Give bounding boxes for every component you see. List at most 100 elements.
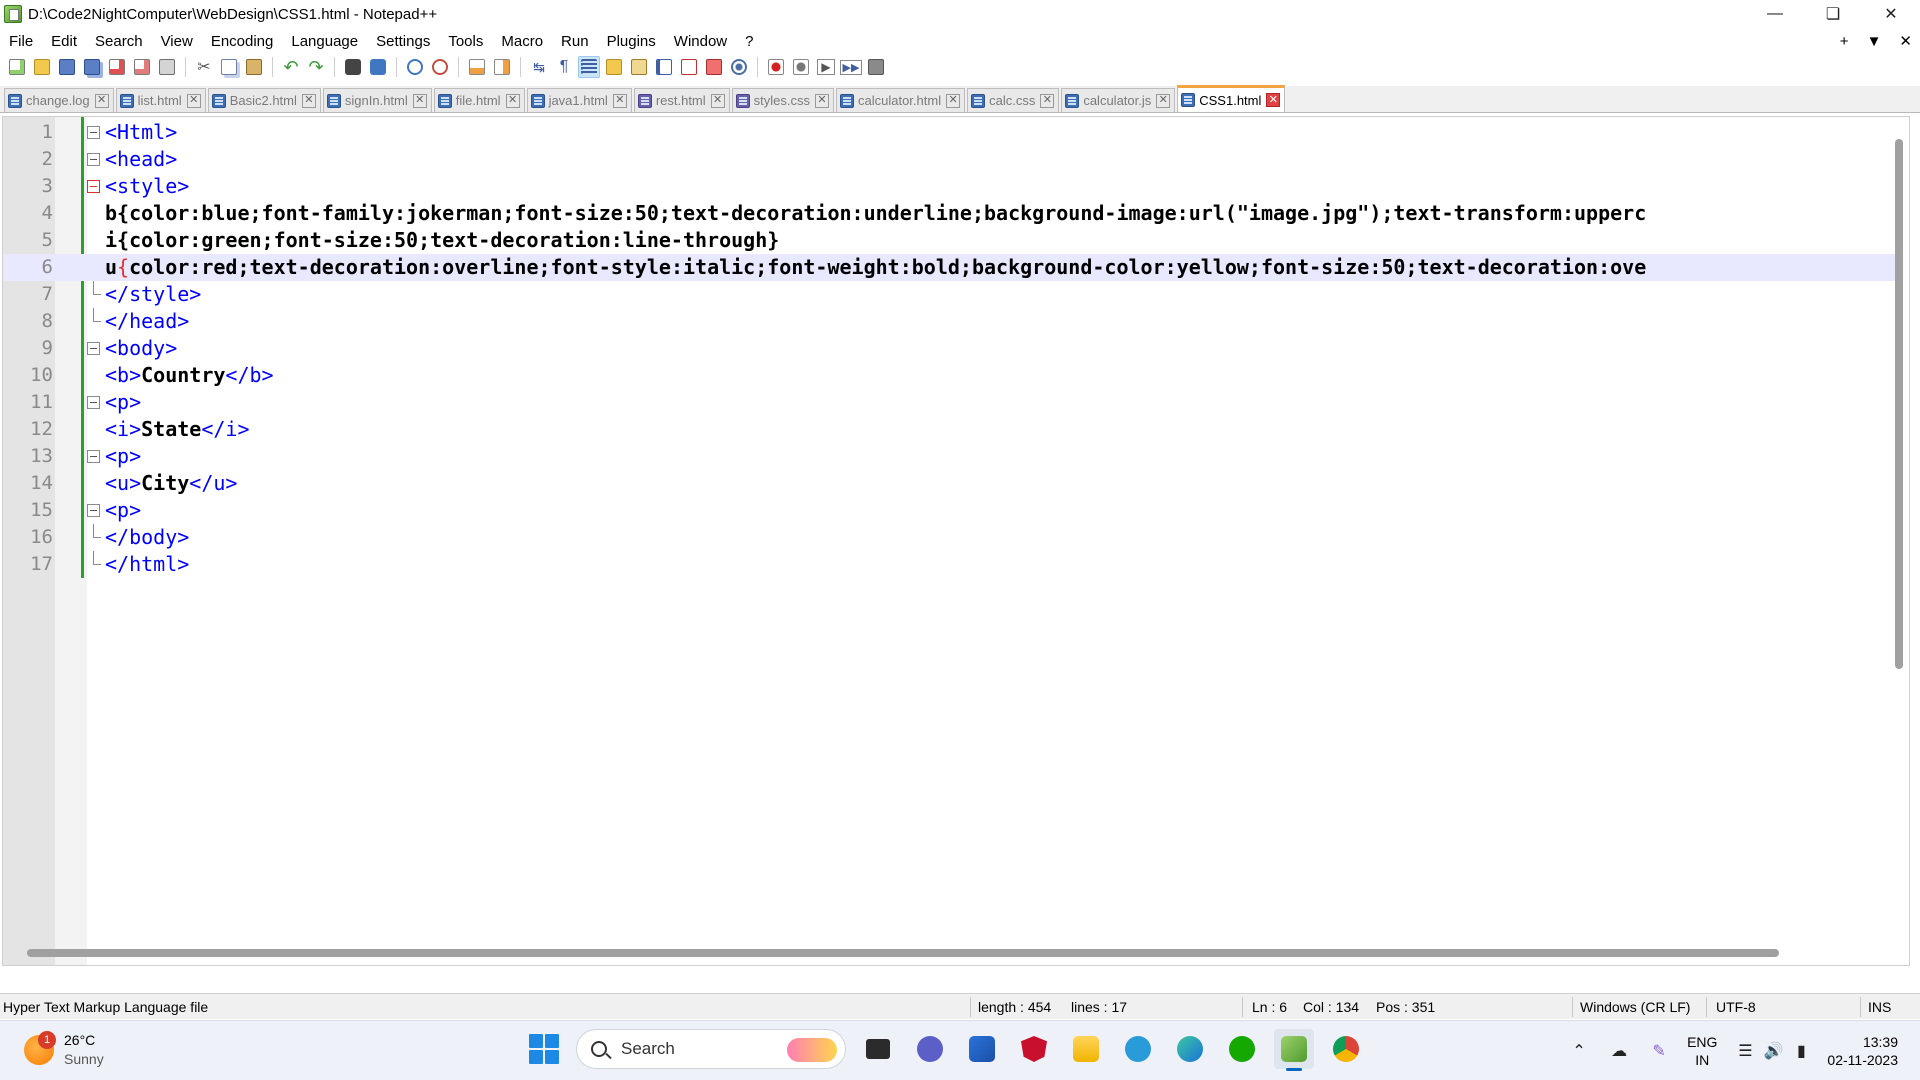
- close-button[interactable]: ✕: [1862, 0, 1920, 28]
- weather-widget[interactable]: 1 26°C Sunny: [24, 1031, 104, 1069]
- copy-button[interactable]: [218, 56, 240, 78]
- tab-close-icon[interactable]: ✕: [710, 93, 725, 108]
- record-macro-button[interactable]: [765, 56, 787, 78]
- start-button[interactable]: [524, 1029, 564, 1069]
- sync-vertical-button[interactable]: [466, 56, 488, 78]
- open-file-button[interactable]: [31, 56, 53, 78]
- sync-horizontal-button[interactable]: [491, 56, 513, 78]
- fold-toggle-icon[interactable]: [87, 504, 100, 517]
- fold-toggle-icon[interactable]: [87, 342, 100, 355]
- show-hidden-icons-button[interactable]: ⌃: [1565, 1037, 1593, 1065]
- tab-close-icon[interactable]: ✕: [412, 93, 427, 108]
- taskbar-upwork[interactable]: [1222, 1029, 1262, 1069]
- tab-close-icon[interactable]: ✕: [612, 93, 627, 108]
- menu-help[interactable]: ?: [736, 33, 762, 50]
- menu-file[interactable]: File: [0, 33, 42, 50]
- code-line[interactable]: 17 </html>: [3, 551, 1903, 578]
- tab-close-icon[interactable]: ✕: [94, 93, 109, 108]
- code-line[interactable]: 5 i{color:green;font-size:50;text-decorat…: [3, 227, 1903, 254]
- code-line[interactable]: 10 <b>Country</b>: [3, 362, 1903, 389]
- tab-close-icon[interactable]: ✕: [815, 93, 829, 108]
- tab-calculator-html[interactable]: calculator.html ✕: [836, 88, 966, 112]
- code-line[interactable]: 11 <p>: [3, 389, 1903, 416]
- show-all-chars-button[interactable]: ¶: [553, 56, 575, 78]
- close-doc-button[interactable]: ✕: [1899, 32, 1912, 50]
- status-insert-mode[interactable]: INS: [1868, 999, 1891, 1015]
- taskbar-help[interactable]: [1118, 1029, 1158, 1069]
- paste-button[interactable]: [243, 56, 265, 78]
- code-line[interactable]: 7 </style>: [3, 281, 1903, 308]
- close-all-button[interactable]: [131, 56, 153, 78]
- stop-macro-button[interactable]: [790, 56, 812, 78]
- redo-button[interactable]: ↷: [305, 56, 327, 78]
- input-language-button[interactable]: ENG IN: [1687, 1033, 1717, 1069]
- doc-map-button[interactable]: [628, 56, 650, 78]
- close-file-button[interactable]: [106, 56, 128, 78]
- tab-close-icon[interactable]: ✕: [301, 93, 316, 108]
- tab-calc-css[interactable]: calc.css ✕: [967, 88, 1060, 112]
- tab-signin-html[interactable]: signIn.html ✕: [322, 88, 432, 112]
- tab-rest-html[interactable]: rest.html ✕: [633, 88, 730, 112]
- find-button[interactable]: [342, 56, 364, 78]
- taskbar-mcafee[interactable]: [1014, 1029, 1054, 1069]
- taskbar-edge[interactable]: [1170, 1029, 1210, 1069]
- menu-settings[interactable]: Settings: [367, 33, 439, 50]
- code-line[interactable]: 8 </head>: [3, 308, 1903, 335]
- zoom-in-button[interactable]: [404, 56, 426, 78]
- zoom-out-button[interactable]: [429, 56, 451, 78]
- wifi-button[interactable]: ☰: [1731, 1037, 1759, 1065]
- play-macro-button[interactable]: ▶: [815, 56, 837, 78]
- code-line[interactable]: 16 </body>: [3, 524, 1903, 551]
- indent-guide-button[interactable]: [578, 56, 600, 78]
- code-line[interactable]: 2 <head>: [3, 146, 1903, 173]
- code-line[interactable]: 3 <style>: [3, 173, 1903, 200]
- taskbar-notepadpp[interactable]: [1274, 1029, 1314, 1071]
- function-list-button[interactable]: [653, 56, 675, 78]
- tab-change-log[interactable]: change.log ✕: [4, 88, 114, 112]
- tab-java1-html[interactable]: java1.html ✕: [526, 88, 632, 112]
- tab-close-icon[interactable]: ✕: [1040, 93, 1055, 108]
- code-line[interactable]: 4 b{color:blue;font-family:jokerman;font-…: [3, 200, 1903, 227]
- menu-window[interactable]: Window: [665, 33, 736, 50]
- folder-workspace-button[interactable]: [678, 56, 700, 78]
- menu-macro[interactable]: Macro: [492, 33, 552, 50]
- minimize-button[interactable]: —: [1746, 0, 1804, 28]
- status-eol[interactable]: Windows (CR LF): [1580, 999, 1690, 1015]
- menu-edit[interactable]: Edit: [42, 33, 86, 50]
- tab-close-icon[interactable]: ✕: [505, 93, 520, 108]
- tab-list-html[interactable]: list.html ✕: [115, 88, 206, 112]
- pen-menu-button[interactable]: ✎: [1645, 1037, 1673, 1065]
- tab-list-button[interactable]: ▼: [1867, 33, 1882, 50]
- taskbar-microsoft-store[interactable]: [962, 1029, 1002, 1069]
- menu-language[interactable]: Language: [282, 33, 367, 50]
- new-tab-button[interactable]: +: [1840, 33, 1849, 50]
- volume-button[interactable]: 🔊: [1759, 1037, 1787, 1065]
- menu-search[interactable]: Search: [86, 33, 152, 50]
- preview-button[interactable]: [728, 56, 750, 78]
- fold-toggle-icon[interactable]: [87, 153, 100, 166]
- fold-toggle-icon[interactable]: [87, 450, 100, 463]
- tab-calculator-js[interactable]: calculator.js ✕: [1061, 88, 1176, 112]
- fold-toggle-icon[interactable]: [87, 126, 100, 139]
- restore-button[interactable]: ❏: [1804, 0, 1862, 28]
- run-macro-multiple-button[interactable]: ▶▶: [839, 56, 863, 78]
- fold-toggle-icon[interactable]: [87, 396, 100, 409]
- print-button[interactable]: [156, 56, 178, 78]
- tab-styles-css[interactable]: styles.css ✕: [731, 88, 834, 112]
- onedrive-button[interactable]: ☁: [1605, 1037, 1633, 1065]
- menu-encoding[interactable]: Encoding: [202, 33, 283, 50]
- replace-button[interactable]: [367, 56, 389, 78]
- code-line[interactable]: 15 <p>: [3, 497, 1903, 524]
- code-line[interactable]: 13 <p>: [3, 443, 1903, 470]
- new-file-button[interactable]: [6, 56, 28, 78]
- tab-close-icon[interactable]: ✕: [186, 93, 201, 108]
- taskbar-chrome[interactable]: [1326, 1029, 1366, 1069]
- udl-button[interactable]: [603, 56, 625, 78]
- taskbar-search-box[interactable]: Search: [576, 1029, 846, 1069]
- cut-button[interactable]: ✂: [193, 56, 215, 78]
- menu-plugins[interactable]: Plugins: [598, 33, 665, 50]
- tab-basic2-html[interactable]: Basic2.html ✕: [207, 88, 321, 112]
- horizontal-scrollbar[interactable]: [27, 949, 1779, 957]
- code-editor[interactable]: 1 <Html> 2 <head> 3 <style> 4 b{color:blue;font…: [2, 116, 1910, 966]
- menu-run[interactable]: Run: [552, 33, 598, 50]
